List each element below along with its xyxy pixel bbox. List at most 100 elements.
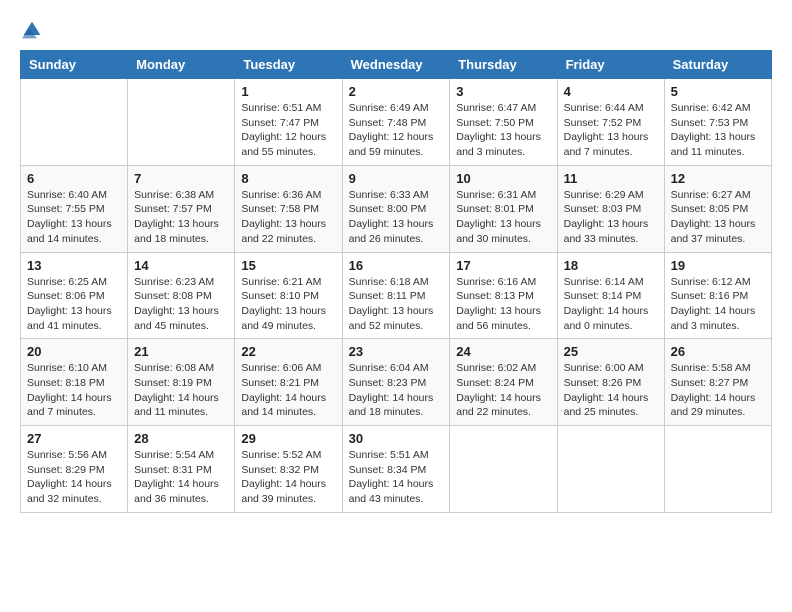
day-number: 12: [671, 171, 765, 186]
day-info: Sunrise: 5:58 AM Sunset: 8:27 PM Dayligh…: [671, 361, 765, 420]
day-info: Sunrise: 6:44 AM Sunset: 7:52 PM Dayligh…: [564, 101, 658, 160]
day-info: Sunrise: 6:08 AM Sunset: 8:19 PM Dayligh…: [134, 361, 228, 420]
calendar-cell: 15 Sunrise: 6:21 AM Sunset: 8:10 PM Dayli…: [235, 252, 342, 339]
day-number: 15: [241, 258, 335, 273]
day-number: 11: [564, 171, 658, 186]
day-info: Sunrise: 5:52 AM Sunset: 8:32 PM Dayligh…: [241, 448, 335, 507]
calendar-cell: 27 Sunrise: 5:56 AM Sunset: 8:29 PM Dayli…: [21, 426, 128, 513]
calendar-cell: 11 Sunrise: 6:29 AM Sunset: 8:03 PM Dayli…: [557, 165, 664, 252]
calendar-cell: 10 Sunrise: 6:31 AM Sunset: 8:01 PM Dayli…: [450, 165, 557, 252]
day-info: Sunrise: 6:33 AM Sunset: 8:00 PM Dayligh…: [349, 188, 444, 247]
day-number: 10: [456, 171, 550, 186]
calendar-cell: 13 Sunrise: 6:25 AM Sunset: 8:06 PM Dayli…: [21, 252, 128, 339]
day-number: 23: [349, 344, 444, 359]
calendar-cell: 29 Sunrise: 5:52 AM Sunset: 8:32 PM Dayli…: [235, 426, 342, 513]
day-info: Sunrise: 6:27 AM Sunset: 8:05 PM Dayligh…: [671, 188, 765, 247]
day-number: 2: [349, 84, 444, 99]
calendar-week-5: 27 Sunrise: 5:56 AM Sunset: 8:29 PM Dayli…: [21, 426, 772, 513]
day-number: 22: [241, 344, 335, 359]
day-number: 19: [671, 258, 765, 273]
day-info: Sunrise: 6:10 AM Sunset: 8:18 PM Dayligh…: [27, 361, 121, 420]
day-number: 16: [349, 258, 444, 273]
calendar-cell: 2Sunrise: 6:49 AM Sunset: 7:48 PM Daylig…: [342, 79, 450, 166]
day-number: 20: [27, 344, 121, 359]
day-number: 7: [134, 171, 228, 186]
day-number: 17: [456, 258, 550, 273]
day-info: Sunrise: 5:51 AM Sunset: 8:34 PM Dayligh…: [349, 448, 444, 507]
day-info: Sunrise: 6:25 AM Sunset: 8:06 PM Dayligh…: [27, 275, 121, 334]
day-info: Sunrise: 6:14 AM Sunset: 8:14 PM Dayligh…: [564, 275, 658, 334]
day-number: 30: [349, 431, 444, 446]
calendar-table: SundayMondayTuesdayWednesdayThursdayFrid…: [20, 50, 772, 513]
day-number: 18: [564, 258, 658, 273]
day-number: 9: [349, 171, 444, 186]
day-info: Sunrise: 6:29 AM Sunset: 8:03 PM Dayligh…: [564, 188, 658, 247]
day-info: Sunrise: 6:16 AM Sunset: 8:13 PM Dayligh…: [456, 275, 550, 334]
day-info: Sunrise: 6:04 AM Sunset: 8:23 PM Dayligh…: [349, 361, 444, 420]
calendar-cell: [557, 426, 664, 513]
day-number: 28: [134, 431, 228, 446]
day-number: 13: [27, 258, 121, 273]
day-info: Sunrise: 6:02 AM Sunset: 8:24 PM Dayligh…: [456, 361, 550, 420]
logo-icon: [22, 20, 42, 40]
calendar-week-1: 1Sunrise: 6:51 AM Sunset: 7:47 PM Daylig…: [21, 79, 772, 166]
calendar-cell: 17 Sunrise: 6:16 AM Sunset: 8:13 PM Dayli…: [450, 252, 557, 339]
day-info: Sunrise: 6:36 AM Sunset: 7:58 PM Dayligh…: [241, 188, 335, 247]
calendar-header: SundayMondayTuesdayWednesdayThursdayFrid…: [21, 51, 772, 79]
calendar-cell: 5Sunrise: 6:42 AM Sunset: 7:53 PM Daylig…: [664, 79, 771, 166]
column-header-wednesday: Wednesday: [342, 51, 450, 79]
day-number: 29: [241, 431, 335, 446]
day-number: 14: [134, 258, 228, 273]
calendar-cell: 21 Sunrise: 6:08 AM Sunset: 8:19 PM Dayli…: [128, 339, 235, 426]
calendar-cell: 14 Sunrise: 6:23 AM Sunset: 8:08 PM Dayli…: [128, 252, 235, 339]
day-number: 4: [564, 84, 658, 99]
column-header-saturday: Saturday: [664, 51, 771, 79]
column-header-tuesday: Tuesday: [235, 51, 342, 79]
calendar-cell: 30 Sunrise: 5:51 AM Sunset: 8:34 PM Dayli…: [342, 426, 450, 513]
day-info: Sunrise: 6:23 AM Sunset: 8:08 PM Dayligh…: [134, 275, 228, 334]
day-info: Sunrise: 6:21 AM Sunset: 8:10 PM Dayligh…: [241, 275, 335, 334]
column-header-sunday: Sunday: [21, 51, 128, 79]
calendar-cell: 9 Sunrise: 6:33 AM Sunset: 8:00 PM Daylig…: [342, 165, 450, 252]
column-header-monday: Monday: [128, 51, 235, 79]
calendar-cell: 1Sunrise: 6:51 AM Sunset: 7:47 PM Daylig…: [235, 79, 342, 166]
day-info: Sunrise: 6:18 AM Sunset: 8:11 PM Dayligh…: [349, 275, 444, 334]
logo: [20, 20, 42, 40]
calendar-body: 1Sunrise: 6:51 AM Sunset: 7:47 PM Daylig…: [21, 79, 772, 513]
day-info: Sunrise: 6:38 AM Sunset: 7:57 PM Dayligh…: [134, 188, 228, 247]
calendar-cell: 19 Sunrise: 6:12 AM Sunset: 8:16 PM Dayli…: [664, 252, 771, 339]
day-number: 24: [456, 344, 550, 359]
calendar-cell: 7 Sunrise: 6:38 AM Sunset: 7:57 PM Daylig…: [128, 165, 235, 252]
calendar-cell: 3Sunrise: 6:47 AM Sunset: 7:50 PM Daylig…: [450, 79, 557, 166]
calendar-cell: [450, 426, 557, 513]
day-info: Sunrise: 6:12 AM Sunset: 8:16 PM Dayligh…: [671, 275, 765, 334]
day-info: Sunrise: 6:31 AM Sunset: 8:01 PM Dayligh…: [456, 188, 550, 247]
calendar-cell: 23 Sunrise: 6:04 AM Sunset: 8:23 PM Dayli…: [342, 339, 450, 426]
calendar-cell: 22 Sunrise: 6:06 AM Sunset: 8:21 PM Dayli…: [235, 339, 342, 426]
column-header-friday: Friday: [557, 51, 664, 79]
day-number: 6: [27, 171, 121, 186]
day-number: 8: [241, 171, 335, 186]
calendar-cell: 24 Sunrise: 6:02 AM Sunset: 8:24 PM Dayli…: [450, 339, 557, 426]
calendar-cell: [21, 79, 128, 166]
day-info: Sunrise: 6:51 AM Sunset: 7:47 PM Dayligh…: [241, 101, 335, 160]
day-number: 3: [456, 84, 550, 99]
day-number: 27: [27, 431, 121, 446]
day-info: Sunrise: 5:56 AM Sunset: 8:29 PM Dayligh…: [27, 448, 121, 507]
calendar-cell: 18 Sunrise: 6:14 AM Sunset: 8:14 PM Dayli…: [557, 252, 664, 339]
day-number: 5: [671, 84, 765, 99]
day-info: Sunrise: 6:06 AM Sunset: 8:21 PM Dayligh…: [241, 361, 335, 420]
calendar-cell: 26 Sunrise: 5:58 AM Sunset: 8:27 PM Dayli…: [664, 339, 771, 426]
day-number: 21: [134, 344, 228, 359]
calendar-cell: 25Sunrise: 6:00 AM Sunset: 8:26 PM Dayli…: [557, 339, 664, 426]
calendar-week-4: 20 Sunrise: 6:10 AM Sunset: 8:18 PM Dayli…: [21, 339, 772, 426]
calendar-cell: 6Sunrise: 6:40 AM Sunset: 7:55 PM Daylig…: [21, 165, 128, 252]
calendar-cell: 8 Sunrise: 6:36 AM Sunset: 7:58 PM Daylig…: [235, 165, 342, 252]
calendar-cell: 12 Sunrise: 6:27 AM Sunset: 8:05 PM Dayli…: [664, 165, 771, 252]
day-number: 26: [671, 344, 765, 359]
calendar-cell: 28 Sunrise: 5:54 AM Sunset: 8:31 PM Dayli…: [128, 426, 235, 513]
page-header: [20, 20, 772, 40]
calendar-cell: 4 Sunrise: 6:44 AM Sunset: 7:52 PM Daylig…: [557, 79, 664, 166]
day-info: Sunrise: 5:54 AM Sunset: 8:31 PM Dayligh…: [134, 448, 228, 507]
calendar-cell: [128, 79, 235, 166]
